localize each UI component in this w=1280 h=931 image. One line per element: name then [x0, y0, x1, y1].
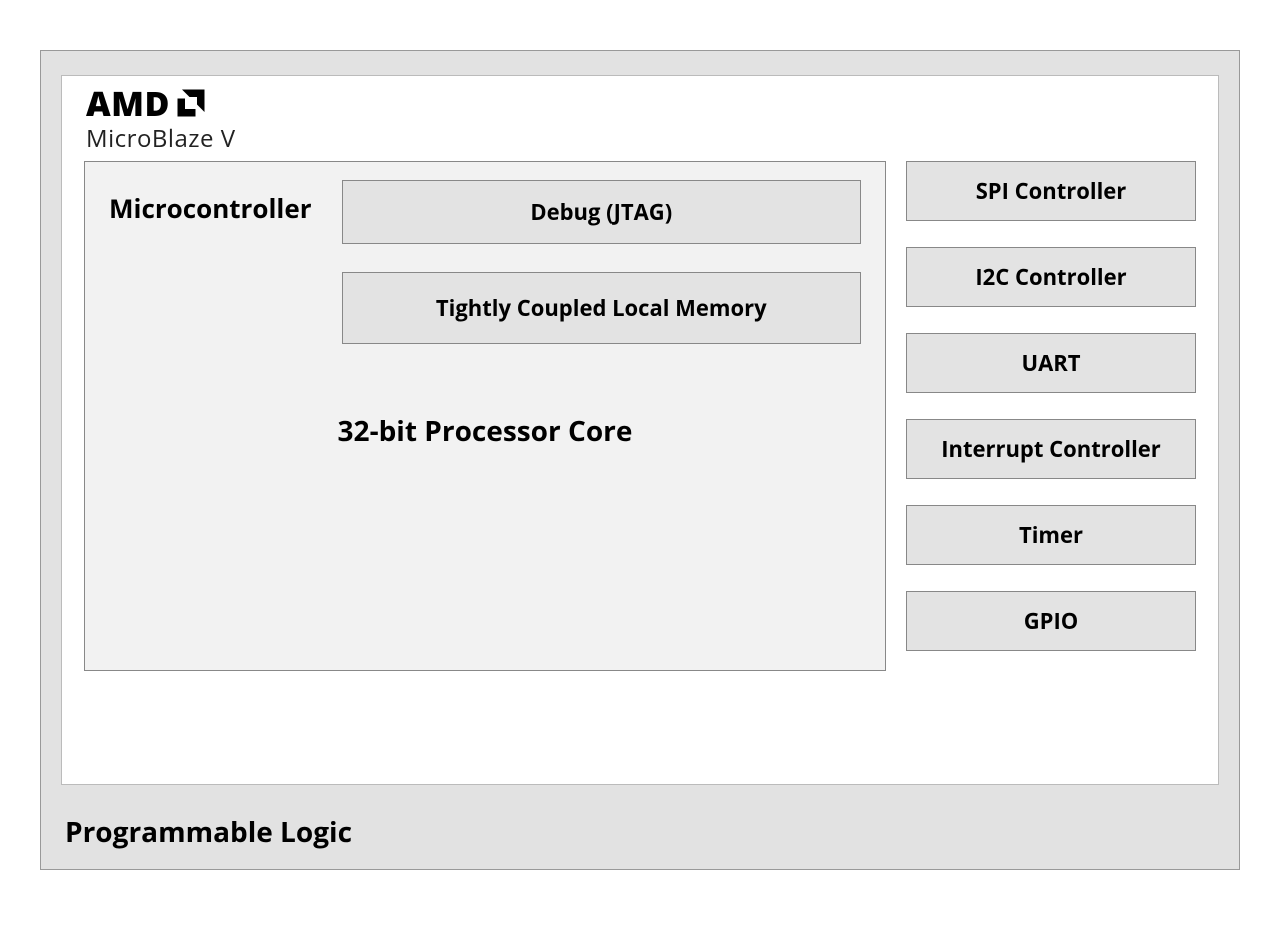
- peripheral-interrupt: Interrupt Controller: [906, 419, 1196, 479]
- processor-core-label: 32-bit Processor Core: [85, 412, 885, 450]
- brand-name: AMD: [86, 86, 170, 120]
- brand-top: AMD: [86, 86, 1196, 120]
- brand-product: MicroBlaze V: [86, 122, 1196, 155]
- local-memory-box: Tightly Coupled Local Memory: [342, 272, 861, 344]
- peripheral-spi: SPI Controller: [906, 161, 1196, 221]
- mc-header: Microcontroller Debug (JTAG) Tightly Cou…: [109, 180, 861, 344]
- mc-inner-column: Debug (JTAG) Tightly Coupled Local Memor…: [342, 180, 861, 344]
- microcontroller-block: Microcontroller Debug (JTAG) Tightly Cou…: [84, 161, 886, 671]
- microcontroller-title: Microcontroller: [109, 180, 312, 226]
- chip-frame: AMD MicroBlaze V Microcontroller Debug (…: [61, 75, 1219, 785]
- brand-block: AMD MicroBlaze V: [86, 86, 1196, 155]
- peripheral-uart: UART: [906, 333, 1196, 393]
- amd-arrow-icon: [176, 88, 206, 118]
- debug-jtag-box: Debug (JTAG): [342, 180, 861, 244]
- peripheral-gpio: GPIO: [906, 591, 1196, 651]
- peripherals-column: SPI Controller I2C Controller UART Inter…: [906, 161, 1196, 651]
- programmable-logic-frame: AMD MicroBlaze V Microcontroller Debug (…: [40, 50, 1240, 870]
- peripheral-timer: Timer: [906, 505, 1196, 565]
- peripheral-i2c: I2C Controller: [906, 247, 1196, 307]
- programmable-logic-label: Programmable Logic: [65, 813, 352, 851]
- content-row: Microcontroller Debug (JTAG) Tightly Cou…: [84, 161, 1196, 681]
